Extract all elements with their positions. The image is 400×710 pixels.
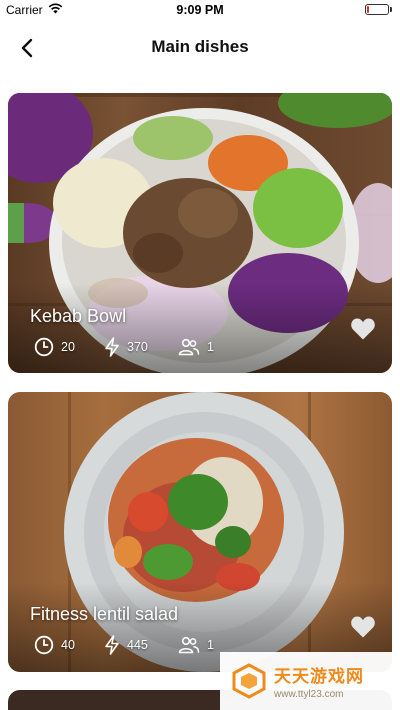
clock-icon bbox=[34, 337, 54, 357]
lightning-icon bbox=[105, 337, 119, 357]
favorite-button[interactable] bbox=[350, 317, 376, 341]
battery-icon bbox=[365, 4, 392, 15]
calories: 370 bbox=[104, 337, 178, 357]
dish-title: Fitness lentil salad bbox=[30, 604, 179, 624]
watermark-brand: 天天游戏网 bbox=[274, 667, 364, 686]
dish-stats: 40 445 1 bbox=[34, 635, 214, 655]
people-icon bbox=[178, 636, 200, 654]
lightning-icon bbox=[105, 635, 119, 655]
nav-bar: Main dishes bbox=[0, 20, 400, 74]
favorite-button[interactable] bbox=[350, 615, 376, 639]
heart-icon bbox=[351, 616, 375, 638]
servings: 1 bbox=[178, 338, 214, 356]
dish-stats: 20 370 1 bbox=[34, 337, 214, 357]
calories-value: 445 bbox=[127, 638, 148, 652]
servings-value: 1 bbox=[207, 340, 214, 354]
prep-time: 40 bbox=[34, 635, 104, 655]
dish-card-kebab-bowl[interactable]: Kebab Bowl 20 370 1 bbox=[8, 93, 392, 373]
prep-time-value: 40 bbox=[61, 638, 75, 652]
watermark: 天天游戏网 www.ttyl23.com bbox=[220, 652, 400, 710]
status-bar: Carrier 9:09 PM bbox=[0, 0, 400, 20]
battery-level bbox=[367, 6, 369, 13]
clock-icon bbox=[34, 635, 54, 655]
watermark-url: www.ttyl23.com bbox=[274, 689, 344, 700]
calories-value: 370 bbox=[127, 340, 148, 354]
servings: 1 bbox=[178, 636, 214, 654]
watermark-logo-icon bbox=[232, 663, 266, 699]
servings-value: 1 bbox=[207, 638, 214, 652]
dish-title: Kebab Bowl bbox=[30, 306, 127, 326]
prep-time-value: 20 bbox=[61, 340, 75, 354]
heart-icon bbox=[351, 318, 375, 340]
page-title: Main dishes bbox=[151, 37, 249, 56]
status-time: 9:09 PM bbox=[176, 3, 224, 17]
dish-card-fitness-lentil-salad[interactable]: Fitness lentil salad 40 445 1 bbox=[8, 392, 392, 672]
prep-time: 20 bbox=[34, 337, 104, 357]
calories: 445 bbox=[104, 635, 178, 655]
people-icon bbox=[178, 338, 200, 356]
